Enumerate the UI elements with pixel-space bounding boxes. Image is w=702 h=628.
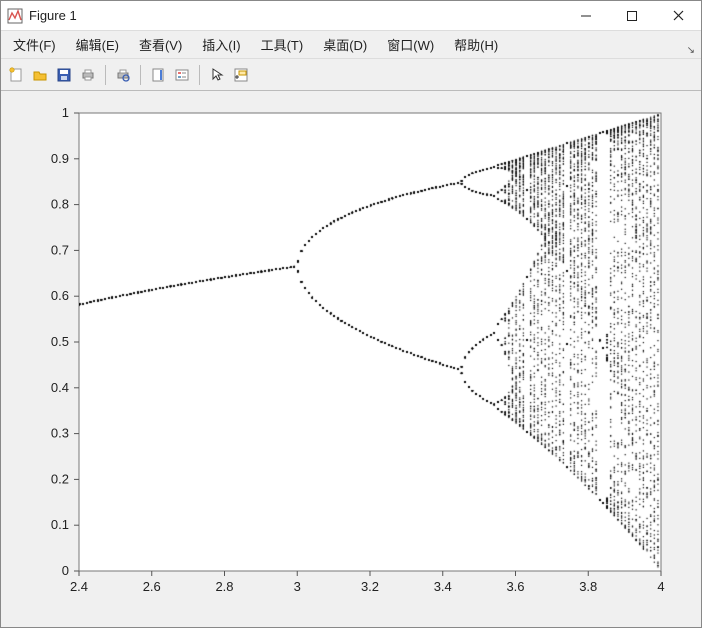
svg-text:0.1: 0.1 xyxy=(51,517,69,532)
svg-text:2.6: 2.6 xyxy=(143,579,161,594)
titlebar: Figure 1 xyxy=(1,1,701,31)
toolbar xyxy=(1,59,701,91)
menu-desktop[interactable]: 桌面(D) xyxy=(319,33,371,56)
save-button[interactable] xyxy=(53,64,75,86)
print-preview-button[interactable] xyxy=(112,64,134,86)
colorbar-button[interactable] xyxy=(147,64,169,86)
bifurcation-chart: 2.4 2.6 2.8 3 3.2 3.4 3.6 3.8 4 0 0.1 0.2 0.3 0.4 0.5 0… xyxy=(1,91,701,627)
svg-text:3.2: 3.2 xyxy=(361,579,379,594)
toolbar-separator xyxy=(199,65,200,85)
toolbar-separator xyxy=(140,65,141,85)
svg-text:3.4: 3.4 xyxy=(434,579,452,594)
svg-text:0.2: 0.2 xyxy=(51,471,69,486)
svg-text:3.6: 3.6 xyxy=(506,579,524,594)
menu-view[interactable]: 查看(V) xyxy=(135,33,186,56)
pointer-button[interactable] xyxy=(206,64,228,86)
close-button[interactable] xyxy=(655,1,701,31)
print-button[interactable] xyxy=(77,64,99,86)
svg-text:1: 1 xyxy=(62,105,69,120)
menu-file[interactable]: 文件(F) xyxy=(9,33,60,56)
svg-text:0.3: 0.3 xyxy=(51,426,69,441)
window-title: Figure 1 xyxy=(29,8,77,23)
svg-text:0.5: 0.5 xyxy=(51,334,69,349)
svg-text:4: 4 xyxy=(657,579,664,594)
maximize-button[interactable] xyxy=(609,1,655,31)
menu-window[interactable]: 窗口(W) xyxy=(383,33,438,56)
minimize-button[interactable] xyxy=(563,1,609,31)
svg-text:2.4: 2.4 xyxy=(70,579,88,594)
plot-area: 2.4 2.6 2.8 3 3.2 3.4 3.6 3.8 4 0 0.1 0.2 0.3 0.4 0.5 0… xyxy=(1,91,701,627)
open-button[interactable] xyxy=(29,64,51,86)
svg-text:0.8: 0.8 xyxy=(51,197,69,212)
svg-text:3: 3 xyxy=(294,579,301,594)
menu-edit[interactable]: 编辑(E) xyxy=(72,33,123,56)
svg-text:0.7: 0.7 xyxy=(51,242,69,257)
svg-text:0.6: 0.6 xyxy=(51,288,69,303)
legend-button[interactable] xyxy=(171,64,193,86)
svg-text:2.8: 2.8 xyxy=(215,579,233,594)
menubar: 文件(F) 编辑(E) 查看(V) 插入(I) 工具(T) 桌面(D) 窗口(W… xyxy=(1,31,701,59)
svg-text:0.9: 0.9 xyxy=(51,151,69,166)
menu-insert[interactable]: 插入(I) xyxy=(198,33,244,56)
menu-tools[interactable]: 工具(T) xyxy=(257,33,308,56)
menu-help[interactable]: 帮助(H) xyxy=(450,33,502,56)
new-figure-button[interactable] xyxy=(5,64,27,86)
app-icon xyxy=(7,8,23,24)
toolbar-separator xyxy=(105,65,106,85)
svg-text:0.4: 0.4 xyxy=(51,380,69,395)
svg-text:0: 0 xyxy=(62,563,69,578)
dock-arrow-icon[interactable]: ↘ xyxy=(687,45,695,56)
svg-text:3.8: 3.8 xyxy=(579,579,597,594)
data-cursor-button[interactable] xyxy=(230,64,252,86)
